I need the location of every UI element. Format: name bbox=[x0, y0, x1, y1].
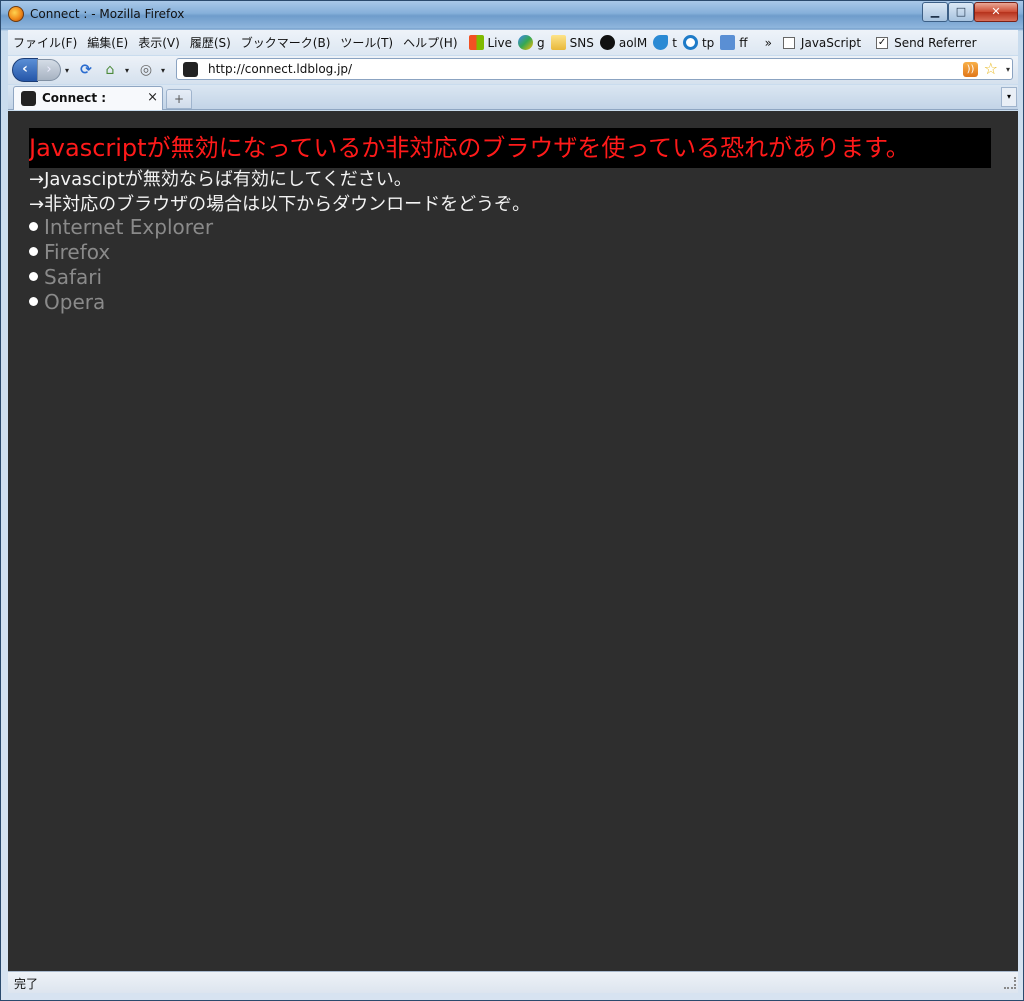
menu-edit[interactable]: 編集(E) bbox=[82, 34, 133, 51]
bookmark-label: aolM bbox=[618, 35, 648, 50]
javascript-warning: Javascriptが無効になっているか非対応のブラウザを使っている恐れがありま… bbox=[29, 128, 991, 168]
window-title: Connect : - Mozilla Firefox bbox=[30, 7, 185, 21]
list-item: Opera bbox=[29, 289, 213, 314]
bookmark-live[interactable]: Live bbox=[468, 35, 513, 50]
bookmark-ff[interactable]: ff bbox=[720, 35, 748, 50]
browser-window: Connect : - Mozilla Firefox ▁ □ ✕ ファイル(F… bbox=[0, 0, 1024, 1001]
bookmark-g[interactable]: g bbox=[518, 35, 545, 50]
send-referrer-toggle[interactable]: ✓ Send Referrer bbox=[876, 36, 977, 50]
firefox-link[interactable]: Firefox bbox=[44, 240, 110, 264]
menu-file[interactable]: ファイル(F) bbox=[8, 34, 82, 51]
url-dropdown-button[interactable]: ▾ bbox=[1006, 65, 1010, 74]
url-bar[interactable]: http://connect.ldblog.jp/ )) ☆ ▾ bbox=[176, 58, 1013, 80]
history-dropdown-button[interactable]: ▾ bbox=[61, 66, 73, 75]
site-favicon-icon bbox=[183, 62, 198, 77]
title-bar[interactable]: Connect : - Mozilla Firefox ▁ □ ✕ bbox=[1, 1, 1023, 28]
twitter-icon bbox=[653, 35, 669, 50]
tp-icon bbox=[682, 35, 698, 50]
menu-help[interactable]: ヘルプ(H) bbox=[398, 34, 462, 51]
bookmark-label: g bbox=[537, 35, 545, 50]
bookmark-label: t bbox=[672, 35, 677, 50]
enable-javascript-message: →Javasciptが無効ならば有効にしてください。 bbox=[29, 169, 412, 190]
bookmark-tp[interactable]: tp bbox=[682, 35, 715, 50]
browser-list: Internet Explorer Firefox Safari Opera bbox=[29, 214, 213, 314]
rss-icon[interactable]: )) bbox=[963, 62, 978, 77]
resize-grip-icon[interactable] bbox=[1004, 977, 1016, 989]
navigation-bar: ‹ › ▾ ⟳ ⌂ ▾ ◎ ▾ http://connect.ldblog.jp… bbox=[8, 56, 1018, 84]
list-item: Internet Explorer bbox=[29, 214, 213, 239]
send-referrer-label: Send Referrer bbox=[894, 35, 977, 50]
tab-bar: Connect : × + ▾ bbox=[8, 85, 1018, 110]
bookmark-aolm[interactable]: aolM bbox=[599, 35, 648, 50]
back-button[interactable]: ‹ bbox=[12, 58, 38, 82]
menu-tools[interactable]: ツール(T) bbox=[335, 34, 398, 51]
home-dropdown-button[interactable]: ▾ bbox=[121, 66, 133, 75]
reload-icon[interactable]: ⟳ bbox=[75, 62, 97, 78]
bullet-icon bbox=[29, 247, 38, 256]
tab-connect[interactable]: Connect : × bbox=[13, 86, 163, 110]
menu-view[interactable]: 表示(V) bbox=[133, 34, 185, 51]
google-icon bbox=[518, 35, 534, 50]
download-browser-message: →非対応のブラウザの場合は以下からダウンロードをどうぞ。 bbox=[29, 194, 531, 215]
home-icon[interactable]: ⌂ bbox=[99, 62, 121, 78]
close-window-button[interactable]: ✕ bbox=[974, 2, 1018, 22]
tab-label: Connect : bbox=[42, 91, 107, 105]
tab-list-button[interactable]: ▾ bbox=[1001, 87, 1017, 107]
status-bar: 完了 bbox=[8, 971, 1018, 993]
new-tab-button[interactable]: + bbox=[166, 89, 192, 109]
firefox-icon bbox=[8, 6, 24, 22]
javascript-label: JavaScript bbox=[800, 35, 862, 50]
safari-link[interactable]: Safari bbox=[44, 265, 102, 289]
javascript-checkbox[interactable] bbox=[782, 36, 795, 49]
javascript-toggle[interactable]: JavaScript bbox=[782, 35, 862, 50]
bookmark-label: ff bbox=[739, 35, 748, 50]
bookmarks-overflow-button[interactable]: » bbox=[760, 36, 777, 50]
aol-icon bbox=[599, 35, 615, 50]
menu-bookmarks[interactable]: ブックマーク(B) bbox=[236, 34, 336, 51]
bullet-icon bbox=[29, 222, 38, 231]
windows-icon bbox=[468, 35, 484, 50]
bookmark-label: SNS bbox=[569, 35, 594, 50]
maximize-button[interactable]: □ bbox=[948, 2, 974, 22]
bookmark-sns[interactable]: SNS bbox=[550, 35, 594, 50]
list-item: Firefox bbox=[29, 239, 213, 264]
send-referrer-checkbox[interactable]: ✓ bbox=[876, 36, 889, 49]
friendfeed-icon bbox=[720, 35, 736, 50]
globe-dropdown-button[interactable]: ▾ bbox=[157, 66, 169, 75]
status-text: 完了 bbox=[14, 977, 39, 991]
bookmark-label: Live bbox=[487, 35, 513, 50]
bookmark-star-icon[interactable]: ☆ bbox=[984, 59, 998, 78]
tab-close-icon[interactable]: × bbox=[147, 90, 158, 105]
internet-explorer-link[interactable]: Internet Explorer bbox=[44, 215, 213, 239]
bookmark-label: tp bbox=[701, 35, 715, 50]
bullet-icon bbox=[29, 272, 38, 281]
list-item: Safari bbox=[29, 264, 213, 289]
url-input[interactable]: http://connect.ldblog.jp/ bbox=[208, 62, 352, 76]
tab-favicon-icon bbox=[21, 91, 36, 106]
forward-button[interactable]: › bbox=[37, 59, 61, 81]
opera-link[interactable]: Opera bbox=[44, 290, 105, 314]
page-content: Javascriptが無効になっているか非対応のブラウザを使っている恐れがありま… bbox=[8, 111, 1018, 971]
menu-bar: ファイル(F) 編集(E) 表示(V) 履歴(S) ブックマーク(B) ツール(… bbox=[8, 30, 1018, 55]
globe-icon[interactable]: ◎ bbox=[135, 62, 157, 78]
bookmark-t[interactable]: t bbox=[653, 35, 677, 50]
minimize-button[interactable]: ▁ bbox=[922, 2, 948, 22]
bullet-icon bbox=[29, 297, 38, 306]
folder-icon bbox=[550, 35, 566, 50]
menu-history[interactable]: 履歴(S) bbox=[185, 34, 236, 51]
